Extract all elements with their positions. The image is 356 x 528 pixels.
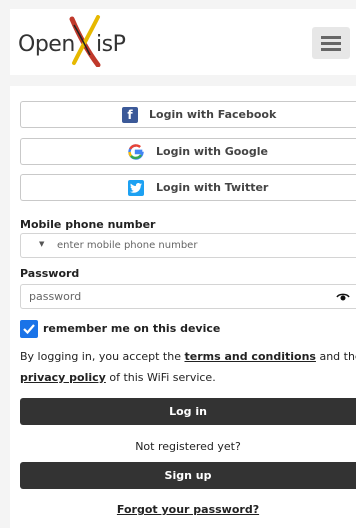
google-login-label: Login with Google bbox=[156, 145, 268, 158]
phone-label: Mobile phone number bbox=[20, 218, 156, 231]
privacy-text-after: of this WiFi service. bbox=[105, 371, 216, 384]
logo-text-right: isP bbox=[96, 32, 126, 57]
site-header: Open isP bbox=[10, 9, 356, 75]
signup-button[interactable]: Sign up bbox=[20, 462, 356, 489]
phone-placeholder: enter mobile phone number bbox=[57, 240, 198, 251]
google-icon bbox=[128, 144, 144, 160]
password-input[interactable]: password bbox=[20, 284, 356, 309]
terms-text-after: and the bbox=[319, 350, 356, 363]
facebook-icon: f bbox=[122, 107, 138, 123]
menu-bar bbox=[321, 36, 341, 39]
password-placeholder: password bbox=[29, 290, 82, 303]
privacy-policy-link[interactable]: privacy policy bbox=[20, 371, 106, 384]
twitter-login-button[interactable]: Login with Twitter bbox=[20, 174, 356, 201]
remember-me-checkbox[interactable] bbox=[20, 320, 38, 338]
twitter-login-label: Login with Twitter bbox=[156, 181, 269, 194]
logo-text-left: Open bbox=[18, 32, 75, 57]
facebook-login-label: Login with Facebook bbox=[149, 108, 277, 121]
terms-line-2: privacy policy of this WiFi service. bbox=[20, 371, 216, 384]
facebook-login-button[interactable]: f Login with Facebook bbox=[20, 101, 356, 128]
not-registered-text: Not registered yet? bbox=[135, 440, 241, 453]
menu-bar bbox=[321, 48, 341, 51]
google-login-button[interactable]: Login with Google bbox=[20, 138, 356, 165]
phone-input[interactable]: ▼ enter mobile phone number bbox=[20, 233, 356, 258]
terms-link[interactable]: terms and conditions bbox=[184, 350, 315, 363]
remember-me-label[interactable]: remember me on this device bbox=[43, 322, 220, 335]
forgot-password-link[interactable]: Forgot your password? bbox=[20, 503, 356, 516]
openwisp-logo[interactable]: Open isP bbox=[18, 15, 128, 67]
hamburger-menu-button[interactable] bbox=[312, 27, 350, 59]
terms-line-1: By logging in, you accept the terms and … bbox=[20, 350, 356, 363]
menu-bar bbox=[321, 42, 341, 45]
twitter-icon bbox=[128, 180, 144, 196]
terms-text: By logging in, you accept the bbox=[20, 350, 185, 363]
password-label: Password bbox=[20, 267, 80, 280]
country-select-chevron-icon[interactable]: ▼ bbox=[39, 240, 44, 248]
checkmark-icon bbox=[23, 324, 35, 335]
show-password-eye-icon[interactable] bbox=[336, 292, 350, 302]
login-button[interactable]: Log in bbox=[20, 398, 356, 425]
